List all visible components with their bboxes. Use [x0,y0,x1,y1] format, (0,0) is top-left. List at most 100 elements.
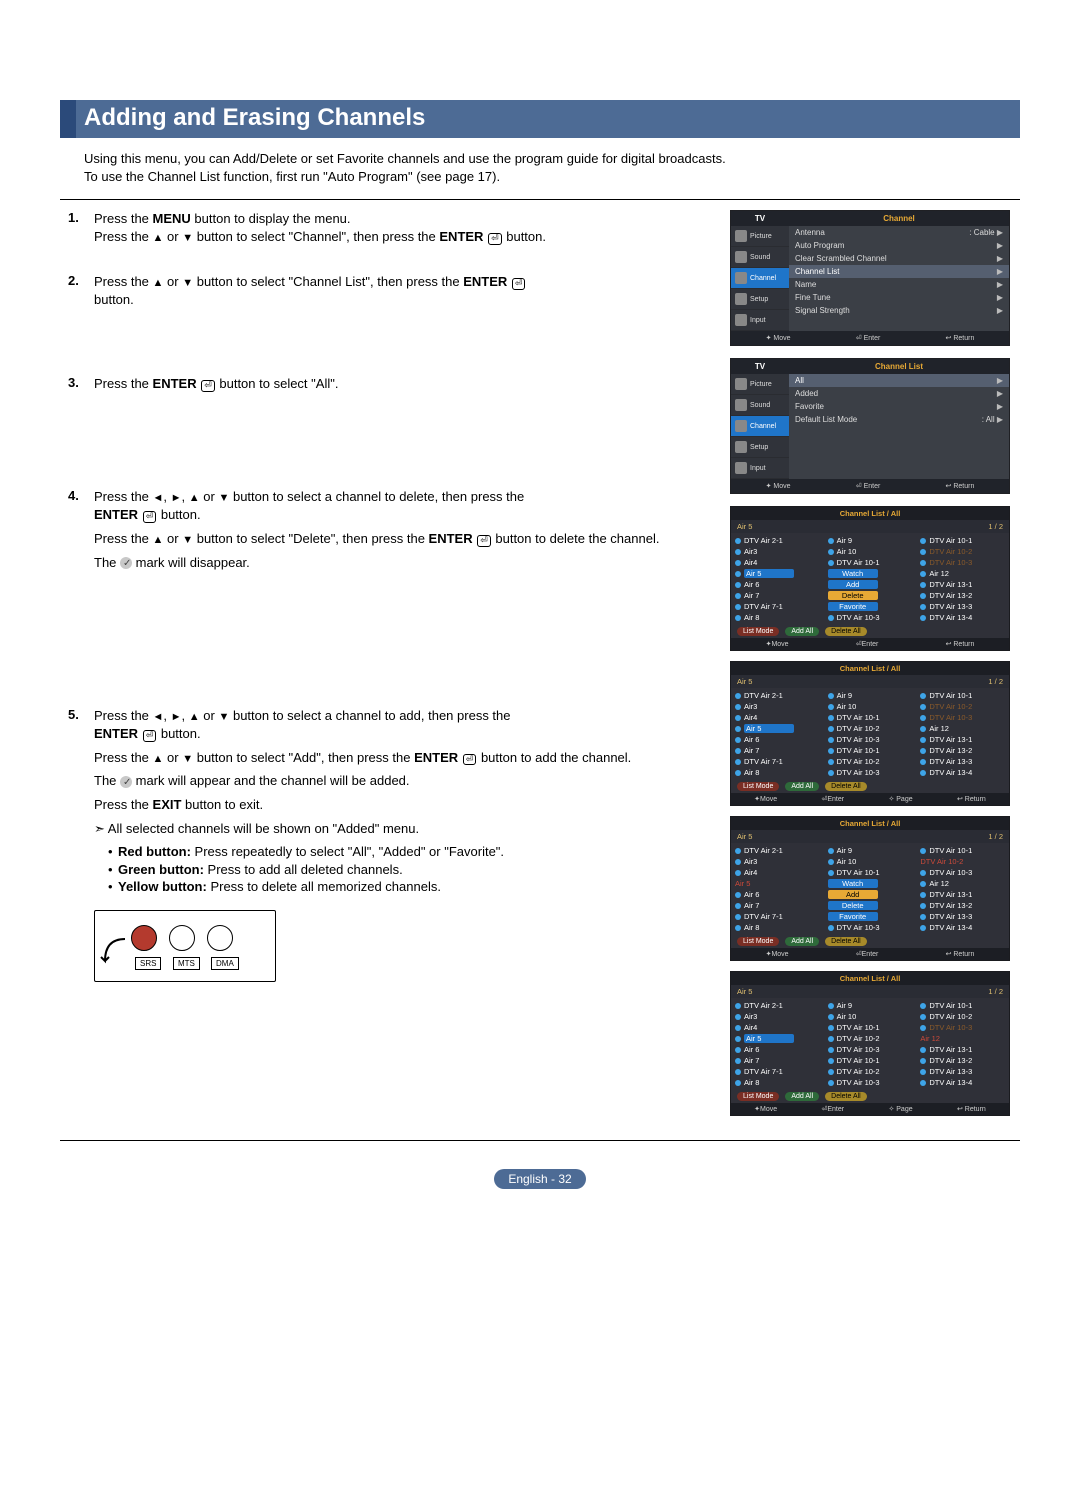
clist-cell: DTV Air 10-2 [920,1011,1005,1022]
dot-icon [735,593,741,599]
dot-icon [828,925,834,931]
dot-icon [735,549,741,555]
dot-icon [920,737,926,743]
clist-cell: DTV Air 10-1 [920,690,1005,701]
dot-icon [735,770,741,776]
enter-label: ENTER [414,750,458,765]
step-body: Press the ◄, ►, ▲ or ▼ button to select … [94,488,659,577]
dot-icon [920,604,926,610]
dot-icon [735,748,741,754]
dot-icon [920,571,926,577]
remote-button-2 [207,925,233,951]
clist-cell: DTV Air 10-1 [828,557,913,568]
list-mode-pill: List Mode [737,1092,779,1101]
clist-cell: Air 6 [735,734,820,745]
clist-cell: DTV Air 7-1 [735,1066,820,1077]
clist-cell: DTV Air 10-3 [828,767,913,778]
osd-rows: Antenna: Cable ▶Auto Program ▶Clear Scra… [789,226,1009,317]
dot-icon [920,615,926,621]
dot-icon [920,848,926,854]
clist-cell: DTV Air 13-3 [920,601,1005,612]
dot-icon [920,538,926,544]
clist-cell: Air 12 [920,723,1005,734]
channel-list-after-delete: Channel List / All Air 51 / 2 DTV Air 2-… [730,661,1010,806]
dot-icon [828,704,834,710]
clist-cell: DTV Air 10-2 [828,756,913,767]
clist-cell: Air3 [735,1011,820,1022]
clist-sub-left: Air 5 [737,522,752,531]
clist-cell: DTV Air 13-2 [920,590,1005,601]
up-triangle-icon: ▲ [189,492,200,504]
dot-icon [828,726,834,732]
check-mark-icon: ✓ [120,776,132,788]
osd-side-sound: Sound [731,395,789,416]
clist-cell: Air 9 [828,690,913,701]
osd-side-channel: Channel [731,268,789,289]
clist-cell: Air 7 [735,745,820,756]
delete-all-pill: Delete All [825,1092,867,1101]
dot-icon [828,549,834,555]
clist-sub-right: 1 / 2 [988,987,1003,996]
clist-cell: Air 8 [735,767,820,778]
dot-icon [920,914,926,920]
dot-icon [735,571,741,577]
clist-grid: DTV Air 2-1Air3Air4Air 5Air 6Air 7DTV Ai… [731,998,1009,1090]
dot-icon [735,737,741,743]
intro-line1: Using this menu, you can Add/Delete or s… [84,150,1020,168]
dot-icon [828,1058,834,1064]
step-number: 3. [68,375,86,399]
input-icon [735,462,747,474]
dot-icon [735,859,741,865]
dot-icon [920,1069,926,1075]
dot-icon [735,615,741,621]
dot-icon [920,593,926,599]
clist-cell: DTV Air 10-3 [828,922,913,933]
add-all-pill: Add All [785,937,819,946]
clist-cell: Air 5 [735,1033,820,1044]
clist-cell: Air 6 [735,889,820,900]
osd-channel-menu: TV Picture Sound Channel Setup Input Cha… [730,210,1010,346]
dot-icon [735,870,741,876]
clist-cell: DTV Air 13-4 [920,922,1005,933]
clist-cell: DTV Air 10-1 [920,535,1005,546]
dot-icon [920,1047,926,1053]
clist-cell: DTV Air 10-2 [828,1033,913,1044]
up-triangle-icon: ▲ [153,232,164,244]
dot-icon [735,538,741,544]
dot-icon [735,925,741,931]
clist-cell: DTV Air 13-2 [920,900,1005,911]
step-2: 2. Press the ▲ or ▼ button to select "Ch… [68,273,720,314]
osd-screenshots-column: TV Picture Sound Channel Setup Input Cha… [730,210,1010,1126]
remote-button-1 [169,925,195,951]
clist-cell: Air4 [735,867,820,878]
dot-icon [920,1003,926,1009]
clist-menu-item: Favorite [828,601,913,612]
osd-side-input: Input [731,310,789,331]
osd-side-setup: Setup [731,437,789,458]
dot-icon [828,1080,834,1086]
clist-cell: DTV Air 13-3 [920,756,1005,767]
osd-side-header: TV [731,359,789,374]
dot-icon [920,903,926,909]
clist-cell: Air 7 [735,590,820,601]
clist-cell: DTV Air 2-1 [735,535,820,546]
clist-cell: Air 10 [828,546,913,557]
dot-icon [828,1047,834,1053]
dot-icon [735,704,741,710]
step-4: 4. Press the ◄, ►, ▲ or ▼ button to sele… [68,488,720,577]
add-all-pill: Add All [785,1092,819,1101]
clist-sub-left: Air 5 [737,987,752,996]
enter-icon: ⏎ [488,233,502,245]
dot-icon [920,560,926,566]
step-number: 4. [68,488,86,577]
clist-cell: DTV Air 10-2 [920,856,1005,867]
dot-icon [735,1047,741,1053]
picture-icon [735,230,747,242]
page-number: English - 32 [494,1169,585,1189]
clist-cell: Air4 [735,557,820,568]
clist-cell: Air 7 [735,900,820,911]
clist-footer: ✦Move ⏎Enter ↩ Return [731,638,1009,650]
step-number: 5. [68,707,86,982]
clist-footer: ✦Move ⏎Enter ↩ Return [731,948,1009,960]
osd-side-input: Input [731,458,789,479]
